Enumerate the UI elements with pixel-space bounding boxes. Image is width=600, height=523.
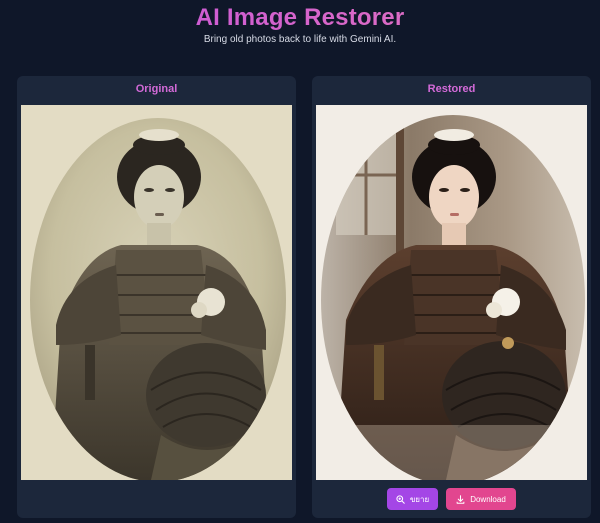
download-icon — [456, 494, 465, 504]
zoom-in-icon — [396, 494, 405, 504]
original-photo — [21, 105, 292, 480]
zoom-button-label: ขยาย — [409, 494, 430, 504]
restored-actions: ขยาย Download — [312, 488, 591, 512]
download-button-label: Download — [470, 494, 506, 504]
restored-photo-image — [316, 105, 587, 480]
original-panel: Original — [17, 76, 296, 518]
restored-panel: Restored ขยาย Download — [312, 76, 591, 518]
original-panel-title: Original — [135, 83, 178, 95]
download-button[interactable]: Download — [446, 488, 516, 510]
original-photo-image — [21, 105, 292, 480]
restored-panel-title: Restored — [427, 83, 476, 95]
zoom-button[interactable]: ขยาย — [387, 488, 438, 510]
app-subtitle: Bring old photos back to life with Gemin… — [203, 34, 397, 45]
restored-photo — [316, 105, 587, 480]
app-title: AI Image Restorer — [0, 4, 600, 32]
